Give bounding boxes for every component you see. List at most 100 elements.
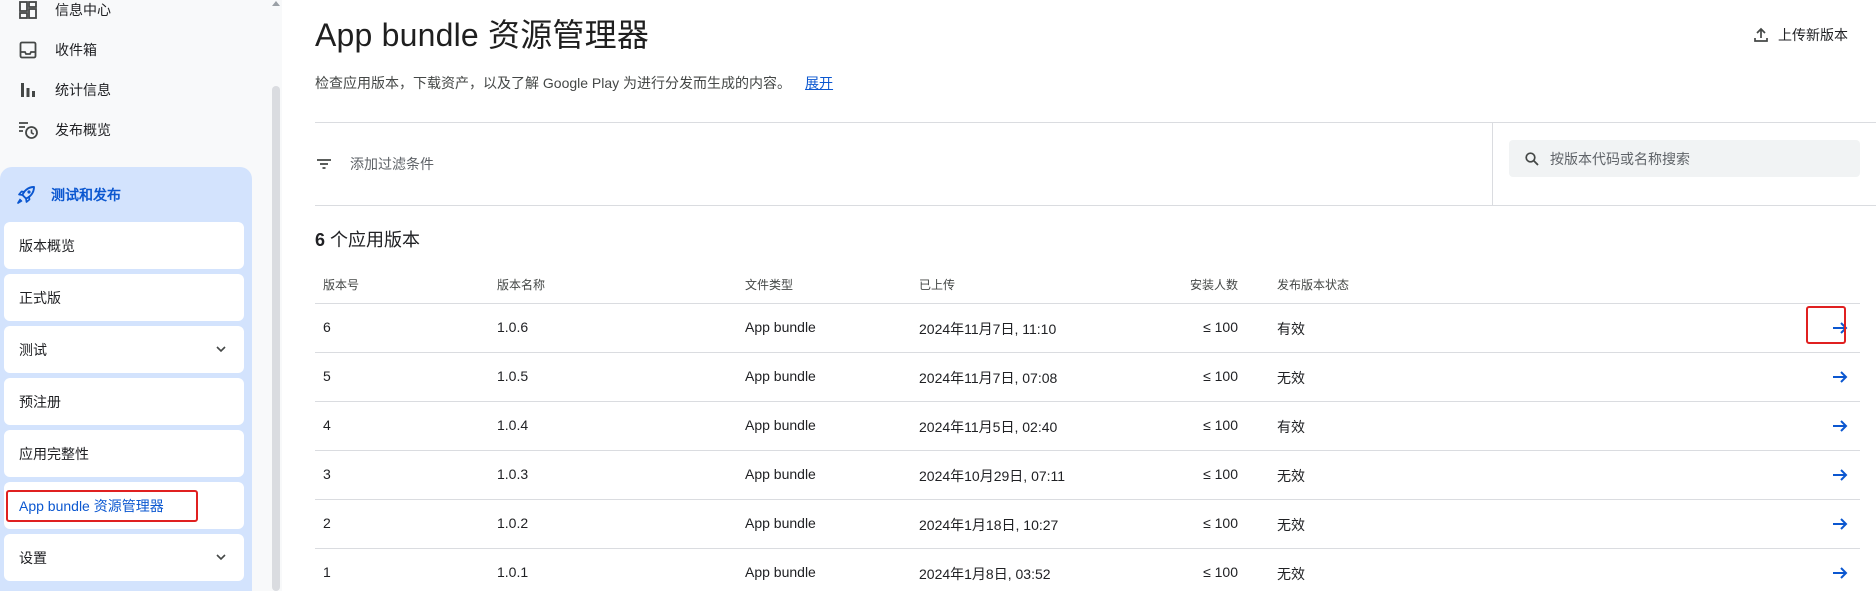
cell-installs: ≤ 100 bbox=[1203, 417, 1238, 433]
cell-file-type: App bundle bbox=[745, 368, 816, 384]
page-title: App bundle 资源管理器 bbox=[315, 17, 650, 53]
highlight-box-arrow bbox=[1806, 306, 1846, 344]
add-filter-button[interactable]: 添加过滤条件 bbox=[315, 123, 1492, 205]
version-count-number: 6 bbox=[315, 230, 326, 250]
sidebar-item-release-overview[interactable]: 版本概览 bbox=[4, 222, 244, 269]
cell-file-type: App bundle bbox=[745, 466, 816, 482]
sidebar-item-label: 版本概览 bbox=[19, 237, 75, 254]
filter-divider bbox=[1492, 123, 1493, 205]
sidebar-item-label: 正式版 bbox=[19, 289, 61, 306]
search-input[interactable] bbox=[1548, 149, 1852, 168]
table-header: 版本号 版本名称 文件类型 已上传 安装人数 发布版本状态 bbox=[315, 267, 1860, 303]
cell-version-name: 1.0.3 bbox=[497, 466, 529, 482]
open-version-button[interactable] bbox=[1828, 365, 1852, 389]
cell-release-status: 无效 bbox=[1277, 468, 1305, 484]
sidebar-item-statistics[interactable]: 统计信息 bbox=[0, 70, 262, 110]
sidebar-item-pre-registration[interactable]: 预注册 bbox=[4, 378, 244, 425]
cell-version-code: 5 bbox=[323, 368, 331, 384]
chevron-down-icon bbox=[216, 346, 226, 353]
cell-installs: ≤ 100 bbox=[1203, 319, 1238, 335]
cell-release-status: 有效 bbox=[1277, 419, 1305, 435]
cell-version-code: 3 bbox=[323, 466, 331, 482]
scroll-up-arrow-icon[interactable] bbox=[272, 1, 280, 6]
column-header-uploaded: 已上传 bbox=[919, 278, 956, 292]
cell-version-name: 1.0.5 bbox=[497, 368, 529, 384]
search-box[interactable] bbox=[1509, 140, 1860, 177]
sidebar-item-label: 发布概览 bbox=[55, 122, 111, 138]
arrow-right-icon bbox=[1833, 469, 1848, 481]
sidebar-item-app-integrity[interactable]: 应用完整性 bbox=[4, 430, 244, 477]
version-count-label: 个应用版本 bbox=[325, 230, 421, 250]
cell-version-name: 1.0.6 bbox=[497, 319, 529, 335]
sidebar: 信息中心 收件箱 统计信息 发布概览 测试和发布 版本概览 正式版 测试 预注册… bbox=[0, 0, 282, 591]
cell-installs: ≤ 100 bbox=[1203, 564, 1238, 580]
nav-group-test-and-release: 测试和发布 版本概览 正式版 测试 预注册 应用完整性 App bundle 资… bbox=[0, 167, 252, 591]
cell-version-code: 4 bbox=[323, 417, 331, 433]
nav-group-header[interactable]: 测试和发布 bbox=[0, 167, 252, 222]
dashboard-icon bbox=[16, 0, 40, 22]
bar-chart-icon bbox=[16, 78, 40, 102]
page-description: 检查应用版本，下载资产，以及了解 Google Play 为进行分发而生成的内容… bbox=[315, 73, 833, 93]
open-version-button[interactable] bbox=[1828, 512, 1852, 536]
cell-uploaded: 2024年1月18日, 10:27 bbox=[919, 517, 1059, 533]
publish-history-icon bbox=[16, 118, 40, 142]
open-version-button[interactable] bbox=[1828, 414, 1852, 438]
expand-link[interactable]: 展开 bbox=[805, 75, 833, 91]
cell-version-name: 1.0.1 bbox=[497, 564, 529, 580]
column-header-version-code: 版本号 bbox=[323, 278, 360, 292]
cell-version-code: 1 bbox=[323, 564, 331, 580]
main-content: App bundle 资源管理器 上传新版本 检查应用版本，下载资产，以及了解 … bbox=[315, 0, 1876, 591]
highlight-box-sidebar bbox=[6, 490, 198, 522]
open-version-button[interactable] bbox=[1828, 561, 1852, 585]
sidebar-item-label: 信息中心 bbox=[55, 2, 111, 18]
cell-file-type: App bundle bbox=[745, 417, 816, 433]
sidebar-item-publishing-overview[interactable]: 发布概览 bbox=[0, 110, 262, 150]
table-row[interactable]: 3 1.0.3 App bundle 2024年10月29日, 07:11 ≤ … bbox=[315, 450, 1860, 499]
inbox-icon bbox=[16, 38, 40, 62]
cell-installs: ≤ 100 bbox=[1203, 515, 1238, 531]
upload-new-version-label: 上传新版本 bbox=[1778, 27, 1848, 43]
cell-file-type: App bundle bbox=[745, 319, 816, 335]
sidebar-item-testing[interactable]: 测试 bbox=[4, 326, 244, 373]
cell-release-status: 无效 bbox=[1277, 370, 1305, 386]
chevron-down-icon bbox=[216, 554, 226, 561]
table-row[interactable]: 1 1.0.1 App bundle 2024年1月8日, 03:52 ≤ 10… bbox=[315, 548, 1860, 597]
column-header-file-type: 文件类型 bbox=[745, 278, 794, 292]
arrow-right-icon bbox=[1833, 518, 1848, 530]
cell-file-type: App bundle bbox=[745, 564, 816, 580]
sidebar-scrollbar[interactable] bbox=[272, 86, 280, 591]
arrow-right-icon bbox=[1833, 567, 1848, 579]
arrow-right-icon bbox=[1833, 371, 1848, 383]
cell-version-name: 1.0.4 bbox=[497, 417, 529, 433]
table-row[interactable]: 5 1.0.5 App bundle 2024年11月7日, 07:08 ≤ 1… bbox=[315, 352, 1860, 401]
sidebar-item-label: 统计信息 bbox=[55, 82, 111, 98]
column-header-version-name: 版本名称 bbox=[497, 278, 546, 292]
open-version-button[interactable] bbox=[1828, 463, 1852, 487]
search-icon bbox=[1525, 151, 1539, 166]
cell-uploaded: 2024年1月8日, 03:52 bbox=[919, 566, 1051, 582]
cell-release-status: 无效 bbox=[1277, 517, 1305, 533]
upload-icon bbox=[1754, 27, 1768, 42]
column-header-release-status: 发布版本状态 bbox=[1277, 278, 1350, 292]
nav-group-label: 测试和发布 bbox=[51, 186, 121, 203]
sidebar-item-label: 收件箱 bbox=[55, 42, 97, 58]
description-text: 检查应用版本，下载资产，以及了解 Google Play 为进行分发而生成的内容… bbox=[315, 75, 792, 91]
arrow-right-icon bbox=[1833, 420, 1848, 432]
cell-release-status: 有效 bbox=[1277, 321, 1305, 337]
cell-uploaded: 2024年11月7日, 11:10 bbox=[919, 321, 1057, 337]
cell-file-type: App bundle bbox=[745, 515, 816, 531]
sidebar-item-dashboard[interactable]: 信息中心 bbox=[0, 0, 262, 30]
table-row[interactable]: 4 1.0.4 App bundle 2024年11月5日, 02:40 ≤ 1… bbox=[315, 401, 1860, 450]
versions-table: 版本号 版本名称 文件类型 已上传 安装人数 发布版本状态 6 1.0.6 Ap… bbox=[315, 267, 1860, 597]
sidebar-item-label: 预注册 bbox=[19, 393, 61, 410]
sidebar-item-production[interactable]: 正式版 bbox=[4, 274, 244, 321]
upload-new-version-button[interactable]: 上传新版本 bbox=[1752, 20, 1848, 50]
table-row[interactable]: 6 1.0.6 App bundle 2024年11月7日, 11:10 ≤ 1… bbox=[315, 303, 1860, 352]
cell-release-status: 无效 bbox=[1277, 566, 1305, 582]
sidebar-item-settings[interactable]: 设置 bbox=[4, 534, 244, 581]
cell-uploaded: 2024年11月7日, 07:08 bbox=[919, 370, 1058, 386]
table-row[interactable]: 2 1.0.2 App bundle 2024年1月18日, 10:27 ≤ 1… bbox=[315, 499, 1860, 548]
sidebar-item-inbox[interactable]: 收件箱 bbox=[0, 30, 262, 70]
add-filter-label: 添加过滤条件 bbox=[350, 156, 434, 172]
filter-icon bbox=[317, 159, 331, 169]
